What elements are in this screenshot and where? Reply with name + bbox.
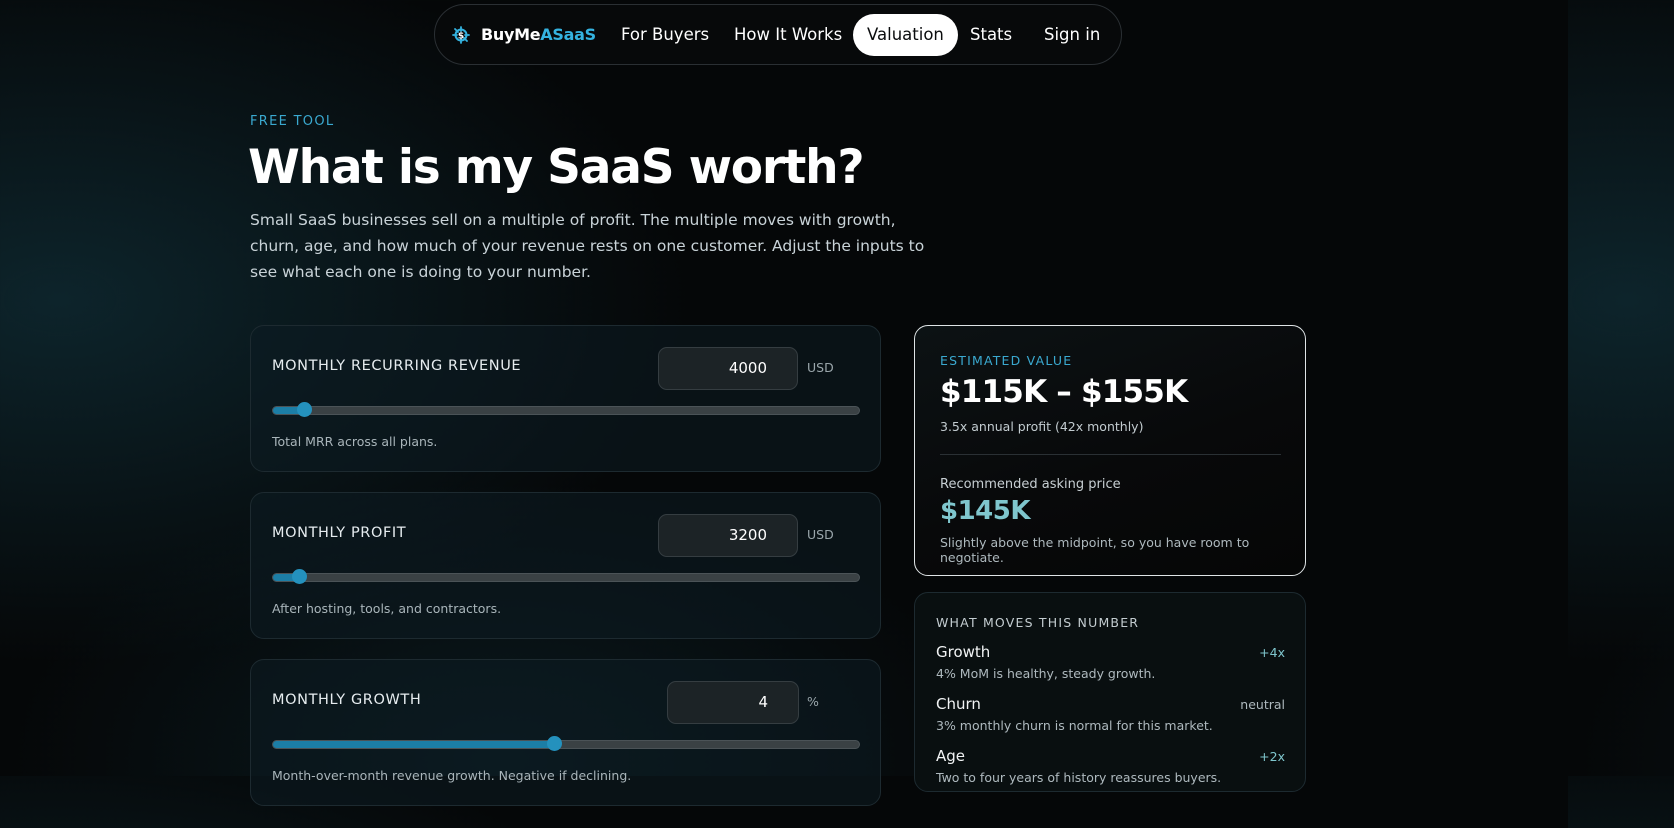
profit-unit: USD (807, 527, 834, 542)
factor-note: Two to four years of history reassures b… (936, 770, 1222, 785)
mrr-unit: USD (807, 360, 834, 375)
top-nav: $ BuyMeASaaS For Buyers How It Works Val… (434, 4, 1122, 65)
growth-card: MONTHLY GROWTH 4 % Month-over-month reve… (250, 659, 881, 806)
factor-note: 4% MoM is healthy, steady growth. (936, 666, 1156, 681)
profit-slider[interactable] (272, 569, 860, 584)
growth-help-text: Month-over-month revenue growth. Negativ… (272, 768, 632, 783)
factor-note: 3% monthly churn is normal for this mark… (936, 718, 1213, 733)
eyebrow-label: FREE TOOL (250, 114, 335, 129)
page-title: What is my SaaS worth? (248, 140, 865, 195)
svg-text:$: $ (458, 31, 464, 41)
brand-link[interactable]: $ BuyMeASaaS (451, 25, 601, 45)
mrr-input[interactable]: 4000 (658, 347, 798, 390)
estimated-value-card: ESTIMATED VALUE $115K – $155K 3.5x annua… (914, 325, 1306, 576)
factor-age: Age Two to four years of history reassur… (936, 747, 1285, 785)
mrr-label: MONTHLY RECURRING REVENUE (272, 358, 522, 374)
factors-title: WHAT MOVES THIS NUMBER (936, 615, 1140, 630)
profit-card: MONTHLY PROFIT 3200 USD After hosting, t… (250, 492, 881, 639)
nav-link-stats[interactable]: Stats (956, 14, 1026, 56)
brand-name: BuyMeASaaS (481, 25, 596, 44)
growth-unit: % (807, 694, 819, 709)
nav-link-how-it-works[interactable]: How It Works (720, 14, 856, 56)
brand-name-part1: BuyMe (481, 25, 541, 44)
profit-slider-thumb[interactable] (291, 569, 307, 584)
page-description: Small SaaS businesses sell on a multiple… (250, 211, 925, 281)
nav-link-sign-in[interactable]: Sign in (1030, 14, 1114, 56)
profit-label: MONTHLY PROFIT (272, 525, 407, 541)
mrr-help-text: Total MRR across all plans. (272, 434, 438, 449)
asking-price-value: $145K (940, 496, 1031, 526)
growth-label: MONTHLY GROWTH (272, 692, 422, 708)
estimated-value-label: ESTIMATED VALUE (940, 353, 1073, 368)
asking-price-note: Slightly above the midpoint, so you have… (940, 535, 1250, 565)
factors-card: WHAT MOVES THIS NUMBER Growth 4% MoM is … (914, 592, 1306, 792)
factor-name: Churn (936, 695, 981, 713)
factor-churn: Churn 3% monthly churn is normal for thi… (936, 695, 1285, 733)
brand-logo-icon: $ (452, 25, 470, 44)
mrr-slider[interactable] (272, 402, 860, 417)
factor-growth: Growth 4% MoM is healthy, steady growth.… (936, 643, 1285, 681)
factor-name: Age (936, 747, 966, 765)
mrr-card: MONTHLY RECURRING REVENUE 4000 USD Total… (250, 325, 881, 472)
estimated-value-range: $115K – $155K (940, 374, 1188, 410)
valuation-multiple: 3.5x annual profit (42x monthly) (940, 419, 1144, 434)
mrr-slider-thumb[interactable] (297, 402, 313, 417)
factor-name: Growth (936, 643, 991, 661)
growth-slider[interactable] (272, 736, 860, 751)
profit-input[interactable]: 3200 (658, 514, 798, 557)
factor-effect: +2x (1259, 749, 1285, 764)
divider (940, 454, 1281, 455)
factor-effect: +4x (1259, 645, 1285, 660)
brand-name-part2: ASaaS (540, 25, 596, 44)
growth-input[interactable]: 4 (667, 681, 799, 724)
nav-link-valuation[interactable]: Valuation (853, 14, 958, 56)
growth-slider-fill (273, 741, 555, 748)
nav-link-for-buyers[interactable]: For Buyers (607, 14, 723, 56)
growth-slider-thumb[interactable] (547, 736, 563, 751)
factor-effect: neutral (1240, 697, 1285, 712)
profit-help-text: After hosting, tools, and contractors. (272, 601, 502, 616)
asking-price-label: Recommended asking price (940, 477, 1121, 492)
